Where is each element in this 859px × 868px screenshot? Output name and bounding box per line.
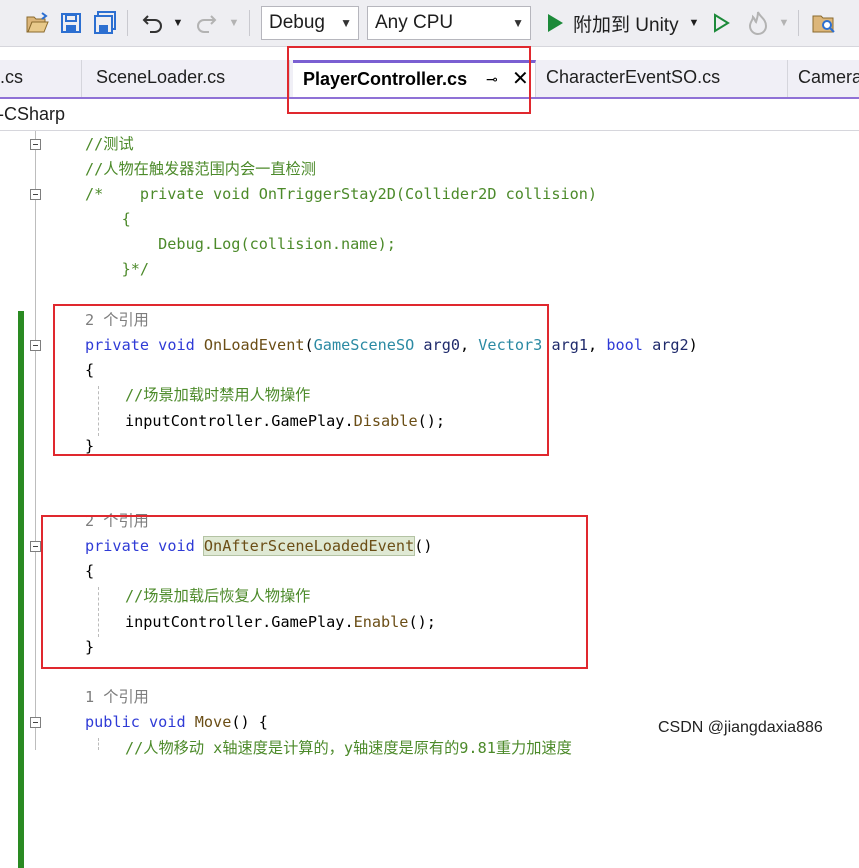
keyword: public [85, 713, 140, 731]
annotation-box-tab [287, 46, 531, 114]
undo-dropdown-icon[interactable]: ▼ [171, 14, 185, 32]
outline-line [35, 131, 36, 750]
hot-reload-dropdown-icon[interactable]: ▼ [777, 14, 791, 32]
method-name[interactable]: Move [195, 713, 232, 731]
tab-label: CharacterEventSO.cs [546, 67, 721, 87]
watermark: CSDN @jiangdaxia886 [658, 719, 823, 737]
collapse-icon[interactable] [30, 340, 41, 351]
change-indicator [18, 311, 24, 868]
tab-label: SceneLoader.cs [96, 67, 226, 87]
separator [798, 10, 799, 36]
code-line: Debug.Log(collision.name); [85, 235, 396, 253]
configuration-value: Debug [269, 12, 325, 33]
codelens-references[interactable]: 1 个引用 [85, 685, 149, 710]
code-line: /* private void OnTriggerStay2D(Collider… [85, 185, 598, 203]
start-without-debugging-icon[interactable] [708, 10, 734, 36]
collapse-icon[interactable] [30, 541, 41, 552]
play-icon [548, 14, 563, 32]
tab-label: Camera [798, 67, 859, 87]
tab-partial[interactable]: .cs [0, 60, 82, 97]
redo-icon[interactable] [193, 10, 219, 36]
code-line: //测试 [85, 135, 134, 153]
keyword: bool [606, 336, 643, 354]
toolbar: ▼ ▼ Debug ▼ Any CPU ▼ 附加到 Unity ▼ ▼ [0, 0, 859, 47]
param-name: arg2 [652, 336, 689, 354]
attach-label: 附加到 Unity [573, 14, 679, 36]
project-dropdown[interactable]: -CSharp [0, 99, 65, 130]
code-line: //人物移动 x轴速度是计算的，y轴速度是原有的9.81重力加速度 [125, 739, 572, 757]
code-line: }*/ [85, 260, 150, 278]
annotation-box-onloadevent [53, 304, 549, 456]
collapse-icon[interactable] [30, 717, 41, 728]
undo-icon[interactable] [140, 10, 166, 36]
separator [249, 10, 250, 36]
configuration-select[interactable]: Debug ▼ [261, 6, 359, 40]
collapse-icon[interactable] [30, 139, 41, 150]
save-all-icon[interactable] [92, 10, 118, 36]
param-name: arg1 [551, 336, 589, 354]
solution-explorer-icon[interactable] [810, 9, 838, 37]
platform-select[interactable]: Any CPU ▼ [367, 6, 531, 40]
start-dropdown-icon[interactable]: ▼ [687, 14, 701, 32]
folder-open-icon[interactable] [24, 10, 50, 36]
indent-guide [98, 738, 99, 750]
redo-dropdown-icon[interactable]: ▼ [227, 14, 241, 32]
hot-reload-icon[interactable] [745, 9, 771, 37]
method-signature: public void Move() { [85, 710, 268, 735]
tab-sceneloader[interactable]: SceneLoader.cs [86, 60, 290, 97]
save-icon[interactable] [58, 10, 84, 36]
code-text: () { [231, 713, 268, 731]
chevron-down-icon: ▼ [512, 16, 524, 30]
platform-value: Any CPU [375, 12, 454, 33]
collapse-icon[interactable] [30, 189, 41, 200]
annotation-box-onaftersceneloaded [41, 515, 588, 669]
code-line: //人物在触发器范围内会一直检测 [85, 160, 316, 178]
code-line: { [85, 210, 131, 228]
tab-camera[interactable]: Camera [788, 60, 859, 97]
keyword: void [149, 713, 186, 731]
start-button[interactable]: 附加到 Unity [542, 6, 702, 40]
separator [127, 10, 128, 36]
chevron-down-icon: ▼ [340, 16, 352, 30]
tab-charactereventso[interactable]: CharacterEventSO.cs [536, 60, 788, 97]
tab-label: .cs [0, 67, 24, 87]
